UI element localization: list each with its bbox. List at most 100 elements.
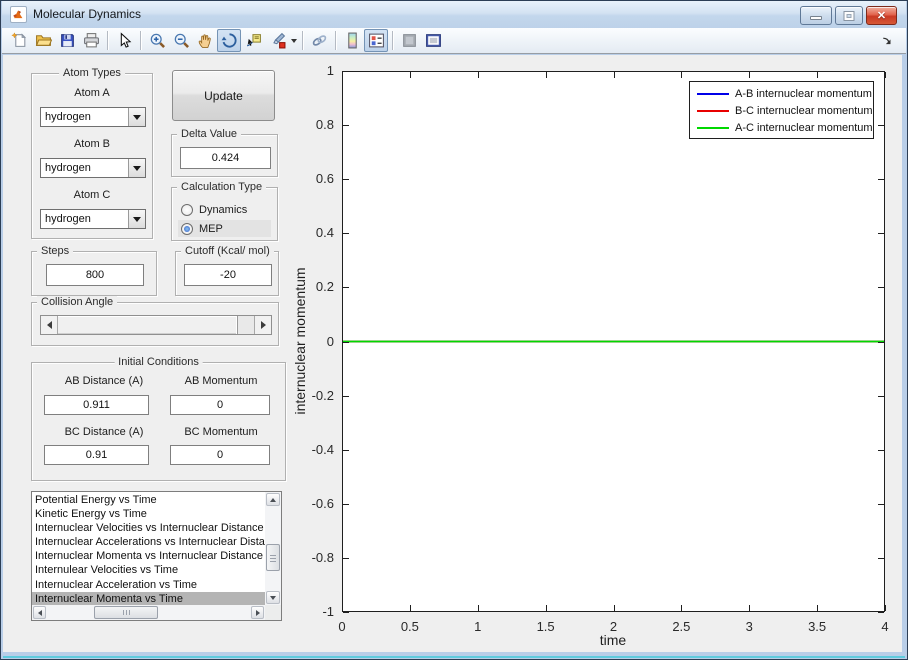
- y-tick-mark: [878, 125, 884, 127]
- list-item[interactable]: Internuclear Velocities vs Internuclear …: [32, 521, 265, 535]
- calculation-type-label: Calculation Type: [177, 181, 267, 193]
- y-tick-label: 0.2: [315, 279, 334, 295]
- y-tick-mark: [878, 557, 884, 559]
- atom-a-select[interactable]: hydrogen: [40, 107, 146, 127]
- chevron-down-icon[interactable]: [128, 108, 145, 126]
- atom-types-panel: Atom Types Atom A hydrogen Atom B hydrog…: [31, 67, 153, 239]
- slider-thumb[interactable]: [58, 316, 238, 334]
- list-item[interactable]: Internuclear Accelerations vs Internucle…: [32, 535, 265, 549]
- dropdown-caret-icon[interactable]: [289, 29, 298, 52]
- x-tick-mark: [613, 72, 615, 78]
- x-axis-label: time: [599, 632, 627, 648]
- atom-c-label: Atom C: [73, 189, 111, 201]
- y-tick-label: -0.8: [311, 549, 334, 565]
- data-cursor-icon[interactable]: [241, 29, 265, 52]
- collision-angle-slider[interactable]: [40, 315, 272, 335]
- scroll-right-icon[interactable]: [251, 606, 264, 619]
- list-item[interactable]: Internuclear Acceleration vs Time: [32, 578, 265, 592]
- list-item[interactable]: Internuclear Momenta vs Internuclear Dis…: [32, 549, 265, 563]
- radio-selected-icon[interactable]: [181, 222, 193, 235]
- y-tick-mark: [343, 179, 349, 181]
- legend: A-B internuclear momentum B-C internuclea…: [689, 81, 874, 139]
- y-tick-label: 0: [326, 333, 334, 349]
- edit-plot-icon[interactable]: [112, 29, 136, 52]
- y-tick-mark: [343, 233, 349, 235]
- minimize-button[interactable]: [800, 6, 832, 25]
- x-tick-mark: [885, 605, 886, 611]
- calculation-type-panel: Calculation Type Dynamics MEP: [171, 181, 278, 241]
- dock-figure-icon[interactable]: [880, 34, 895, 49]
- x-tick-mark: [409, 605, 411, 611]
- scroll-up-icon[interactable]: [266, 493, 280, 506]
- radio-option-mep[interactable]: MEP: [178, 220, 271, 237]
- chevron-down-icon[interactable]: [128, 159, 145, 177]
- restore-button[interactable]: [835, 6, 863, 25]
- delta-value-field[interactable]: [180, 147, 271, 169]
- y-tick-mark: [878, 503, 884, 505]
- legend-entry: B-C internuclear momentum: [690, 102, 873, 119]
- list-item[interactable]: Potential Energy vs Time: [32, 493, 265, 507]
- listbox-horizontal-scrollbar[interactable]: [32, 605, 265, 620]
- minimize-icon: [810, 16, 822, 20]
- bc-momentum-field[interactable]: [170, 445, 270, 465]
- delta-value-label: Delta Value: [177, 128, 242, 140]
- open-file-icon[interactable]: [31, 29, 55, 52]
- list-item[interactable]: Internuclear Momenta vs Time: [32, 591, 265, 605]
- save-figure-icon[interactable]: [55, 29, 79, 52]
- list-item[interactable]: Kinetic Energy vs Time: [32, 507, 265, 521]
- hide-plot-tools-icon[interactable]: [397, 29, 421, 52]
- x-tick-mark: [477, 605, 479, 611]
- figure-toolbar: [2, 28, 906, 54]
- scrollbar-corner: [265, 605, 281, 620]
- insert-colorbar-icon[interactable]: [340, 29, 364, 52]
- scroll-left-icon[interactable]: [33, 606, 46, 619]
- legend-entry-label: A-C internuclear momentum: [735, 121, 873, 134]
- update-button[interactable]: Update: [172, 70, 275, 121]
- listbox-vertical-scrollbar[interactable]: [265, 492, 281, 605]
- x-tick-label: 2.5: [672, 619, 691, 634]
- cutoff-field[interactable]: [184, 264, 272, 286]
- y-tick-mark: [343, 287, 349, 289]
- ab-momentum-field[interactable]: [170, 395, 270, 415]
- horizontal-scroll-thumb[interactable]: [94, 606, 158, 619]
- atom-c-select[interactable]: hydrogen: [40, 209, 146, 229]
- zoom-in-icon[interactable]: [145, 29, 169, 52]
- rotate-3d-icon[interactable]: [217, 29, 241, 52]
- legend-line-sample: [697, 109, 729, 112]
- list-item[interactable]: Internulear Velocities vs Time: [32, 563, 265, 577]
- slider-left-arrow-icon[interactable]: [41, 316, 58, 334]
- y-tick-mark: [343, 71, 349, 72]
- insert-legend-icon[interactable]: [364, 29, 388, 52]
- chevron-down-icon[interactable]: [128, 210, 145, 228]
- x-tick-mark: [817, 605, 819, 611]
- atom-types-label: Atom Types: [59, 67, 125, 79]
- scroll-down-icon[interactable]: [266, 591, 280, 604]
- radio-option-dynamics[interactable]: Dynamics: [178, 201, 271, 218]
- y-tick-mark: [343, 557, 349, 559]
- print-figure-icon[interactable]: [79, 29, 103, 52]
- y-tick-mark: [878, 287, 884, 289]
- ab-distance-field[interactable]: [44, 395, 149, 415]
- window-title: Molecular Dynamics: [33, 7, 142, 21]
- initial-conditions-label: Initial Conditions: [114, 356, 203, 368]
- ab-momentum-label: AB Momentum: [184, 375, 258, 387]
- steps-field[interactable]: [46, 264, 144, 286]
- new-figure-icon[interactable]: [7, 29, 31, 52]
- show-plot-tools-icon[interactable]: [421, 29, 445, 52]
- pan-icon[interactable]: [193, 29, 217, 52]
- atom-b-select[interactable]: hydrogen: [40, 158, 146, 178]
- vertical-scroll-thumb[interactable]: [266, 544, 280, 571]
- bc-distance-field[interactable]: [44, 445, 149, 465]
- plot-type-listbox[interactable]: Potential Energy vs Time Kinetic Energy v…: [31, 491, 282, 621]
- brush-icon[interactable]: [265, 29, 289, 52]
- cutoff-panel: Cutoff (Kcal/ mol): [175, 245, 279, 296]
- radio-unselected-icon[interactable]: [181, 203, 193, 216]
- radio-label: Dynamics: [199, 203, 248, 216]
- y-tick-label: 0.6: [315, 171, 334, 187]
- legend-entry: A-B internuclear momentum: [690, 85, 873, 102]
- close-button[interactable]: ✕: [866, 6, 897, 25]
- link-plot-icon[interactable]: [307, 29, 331, 52]
- slider-right-arrow-icon[interactable]: [254, 316, 271, 334]
- zoom-out-icon[interactable]: [169, 29, 193, 52]
- y-tick-mark: [878, 233, 884, 235]
